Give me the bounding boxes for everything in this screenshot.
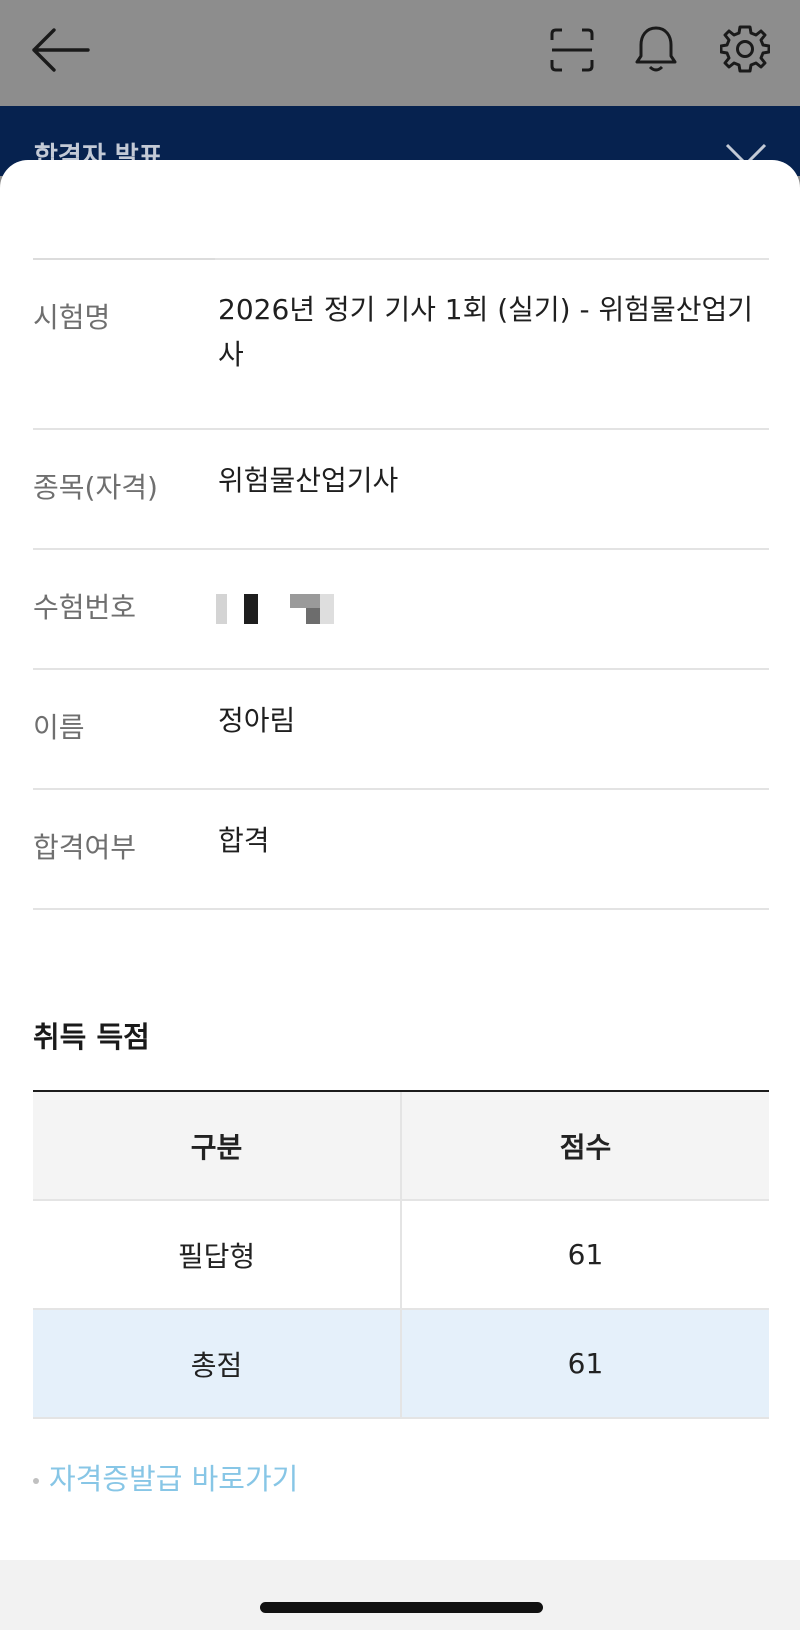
category-cell: 필답형 — [33, 1201, 402, 1308]
certificate-issue-link[interactable]: 자격증발급 바로가기 — [33, 1456, 298, 1498]
pass-status-label: 합격여부 — [33, 831, 137, 864]
row-name: 이름 정아림 — [33, 670, 769, 788]
back-arrow-icon[interactable] — [30, 26, 92, 74]
table-row: 필답형 61 — [33, 1201, 769, 1310]
bell-icon[interactable] — [634, 24, 678, 74]
scan-icon[interactable] — [550, 28, 594, 72]
qualification-label: 종목(자격) — [33, 471, 158, 504]
score-section-title: 취득 득점 — [33, 1020, 150, 1054]
result-details: 시험명 2026년 정기 기사 1회 (실기) - 위험물산업기사 종목(자격)… — [33, 260, 769, 910]
name-label: 이름 — [33, 711, 85, 744]
gear-icon[interactable] — [720, 24, 770, 74]
score-cell: 61 — [567, 1347, 604, 1380]
top-bar — [0, 0, 800, 106]
exam-name-value: 2026년 정기 기사 1회 (실기) - 위험물산업기사 — [218, 293, 754, 371]
column-header-category: 구분 — [33, 1092, 402, 1199]
category-cell: 총점 — [33, 1310, 402, 1417]
exam-number-value — [218, 550, 769, 668]
certificate-issue-link-label: 자격증발급 바로가기 — [49, 1462, 299, 1496]
table-row-total: 총점 61 — [33, 1310, 769, 1419]
column-header-score: 점수 — [559, 1130, 612, 1164]
score-cell: 61 — [567, 1238, 604, 1271]
divider — [33, 908, 769, 910]
exam-number-label: 수험번호 — [33, 591, 137, 624]
row-exam-name: 시험명 2026년 정기 기사 1회 (실기) - 위험물산업기사 — [33, 260, 769, 428]
table-header-row: 구분 점수 — [33, 1092, 769, 1201]
home-indicator[interactable] — [260, 1602, 543, 1613]
score-table: 구분 점수 필답형 61 총점 61 — [33, 1090, 769, 1419]
name-value: 정아림 — [218, 704, 296, 737]
row-exam-number: 수험번호 — [33, 550, 769, 668]
row-qualification: 종목(자격) 위험물산업기사 — [33, 430, 769, 548]
pass-status-value: 합격 — [218, 824, 270, 857]
bullet-icon — [33, 1478, 39, 1484]
bottom-bar — [0, 1560, 800, 1630]
qualification-value: 위험물산업기사 — [218, 464, 399, 497]
row-pass-status: 합격여부 합격 — [33, 790, 769, 908]
exam-name-label: 시험명 — [33, 301, 111, 334]
